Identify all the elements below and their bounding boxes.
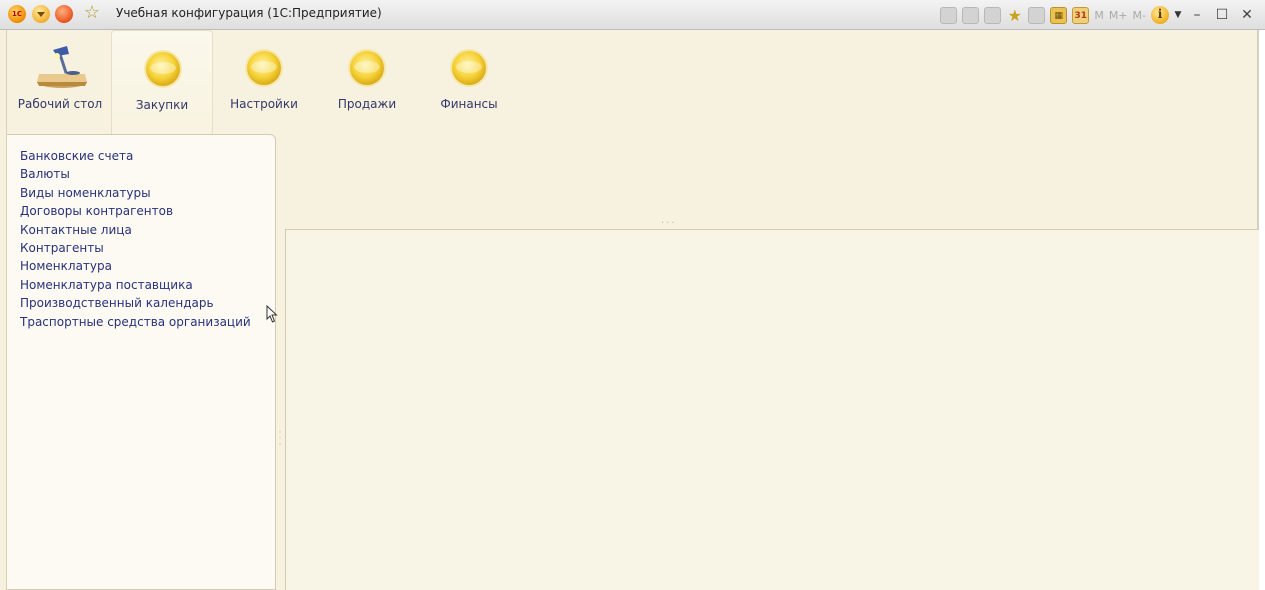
- calendar-icon[interactable]: 31: [1072, 6, 1090, 24]
- save-icon[interactable]: [940, 6, 958, 24]
- add-favorite-icon[interactable]: ★: [1006, 7, 1023, 24]
- section-purchases[interactable]: Закупки: [111, 30, 213, 134]
- nav-item-item-types[interactable]: Виды номенклатуры: [20, 184, 251, 202]
- nav-item-production-calendar[interactable]: Производственный календарь: [20, 294, 251, 312]
- nav-item-supplier-nomenclature[interactable]: Номенклатура поставщика: [20, 276, 251, 294]
- links-icon[interactable]: [1028, 6, 1046, 24]
- nav-item-vehicles[interactable]: Траспортные средства организаций: [20, 313, 251, 331]
- preview-icon[interactable]: [984, 6, 1002, 24]
- section-label: Рабочий стол: [17, 97, 103, 111]
- window-title: Учебная конфигурация (1С:Предприятие): [116, 6, 382, 20]
- work-area: [285, 229, 1259, 590]
- vertical-splitter-handle[interactable]: · · ·: [278, 429, 282, 454]
- maximize-icon[interactable]: ☐: [1212, 6, 1232, 24]
- info-dropdown-icon[interactable]: ▼: [1174, 7, 1182, 24]
- section-label: Настройки: [230, 97, 298, 111]
- close-icon[interactable]: ✕: [1237, 6, 1257, 24]
- nav-item-bank-accounts[interactable]: Банковские счета: [20, 147, 251, 165]
- mouse-cursor-icon: [266, 305, 278, 323]
- nav-item-nomenclature[interactable]: Номенклатура: [20, 257, 251, 275]
- section-label: Закупки: [135, 98, 189, 112]
- section-label: Продажи: [337, 97, 397, 111]
- title-bar-tools: ★ ▦ 31 M M+ M- i ▼ – ☐ ✕: [940, 4, 1257, 26]
- section-desktop[interactable]: Рабочий стол: [9, 30, 111, 134]
- section-finance[interactable]: Финансы: [418, 30, 520, 134]
- function-panel: [285, 134, 1259, 226]
- favorites-star-icon[interactable]: ☆: [82, 3, 102, 23]
- section-circle-icon: [452, 51, 486, 85]
- 1c-logo-icon[interactable]: 1С: [8, 5, 26, 23]
- print-icon[interactable]: [962, 6, 980, 24]
- history-icon[interactable]: [55, 5, 73, 23]
- desktop-lamp-icon: [37, 46, 87, 88]
- memory-m-button[interactable]: M: [1094, 7, 1104, 24]
- navigation-list: Банковские счета Валюты Виды номенклатур…: [20, 147, 251, 331]
- info-icon[interactable]: i: [1151, 6, 1169, 24]
- horizontal-splitter-handle[interactable]: ···: [661, 218, 677, 229]
- section-circle-icon: [350, 51, 384, 85]
- memory-m-minus-button[interactable]: M-: [1133, 7, 1146, 24]
- section-label: Финансы: [440, 97, 498, 111]
- section-sales[interactable]: Продажи: [316, 30, 418, 134]
- minimize-icon[interactable]: –: [1187, 6, 1207, 24]
- window-title-bar: 1С ☆ Учебная конфигурация (1С:Предприяти…: [0, 0, 1265, 30]
- nav-item-counterparties[interactable]: Контрагенты: [20, 239, 251, 257]
- application-window: Рабочий стол Закупки Настройки Продажи Ф…: [6, 30, 1259, 590]
- sections-panel: Рабочий стол Закупки Настройки Продажи Ф…: [7, 30, 1259, 134]
- calculator-icon[interactable]: ▦: [1050, 6, 1068, 24]
- nav-item-contracts[interactable]: Договоры контрагентов: [20, 202, 251, 220]
- nav-item-contact-persons[interactable]: Контактные лица: [20, 221, 251, 239]
- navigation-panel: Банковские счета Валюты Виды номенклатур…: [7, 134, 276, 590]
- nav-item-currencies[interactable]: Валюты: [20, 165, 251, 183]
- main-menu-icon[interactable]: [32, 5, 50, 23]
- section-settings[interactable]: Настройки: [213, 30, 315, 134]
- section-circle-icon: [247, 51, 281, 85]
- section-circle-icon: [146, 52, 180, 86]
- background-window-edge: [1258, 30, 1265, 590]
- memory-m-plus-button[interactable]: M+: [1109, 7, 1128, 24]
